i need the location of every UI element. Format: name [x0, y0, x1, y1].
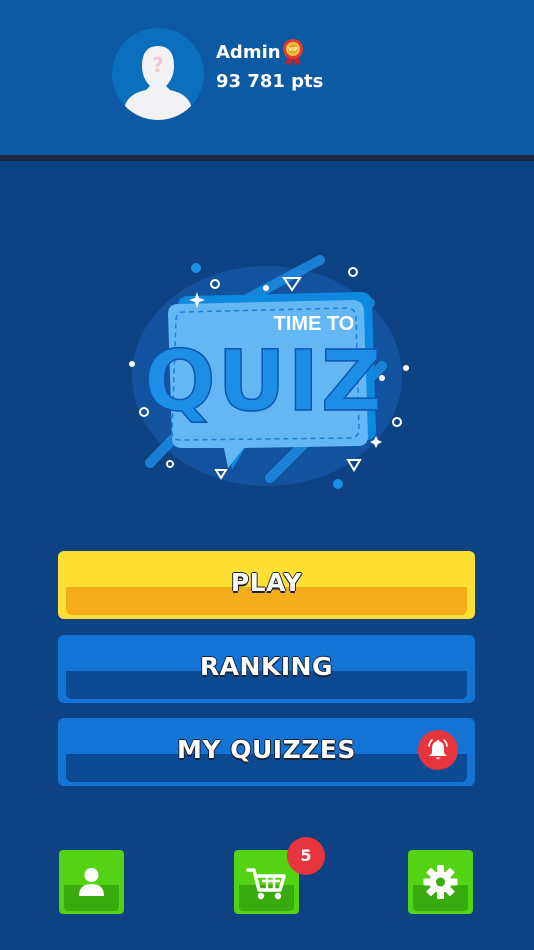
logo-line2: QUIZ — [144, 332, 384, 430]
play-button-label: PLAY — [230, 568, 303, 597]
avatar-placeholder-icon: ? — [124, 46, 192, 120]
notification-badge[interactable] — [418, 730, 458, 770]
settings-button[interactable] — [408, 850, 473, 914]
header-divider — [0, 155, 534, 161]
quiz-logo: TIME TO QUIZ — [129, 255, 409, 489]
svg-text:?: ? — [152, 53, 164, 77]
user-name: Admin — [216, 42, 281, 63]
gear-icon — [423, 865, 458, 899]
bell-icon — [428, 739, 448, 760]
vip-medal-icon: VIP — [283, 39, 303, 66]
user-icon — [79, 868, 104, 896]
svg-text:VIP: VIP — [288, 47, 298, 53]
play-button[interactable]: PLAY — [58, 551, 475, 619]
cart-count-badge: 5 — [287, 837, 325, 875]
user-points: 93 781 pts — [216, 71, 324, 92]
profile-button[interactable] — [59, 850, 124, 914]
avatar[interactable]: ? — [112, 28, 204, 120]
ranking-button-label: RANKING — [199, 652, 334, 681]
ranking-button[interactable]: RANKING — [58, 635, 475, 703]
my-quizzes-button-label: MY QUIZZES — [177, 735, 356, 764]
my-quizzes-button[interactable]: MY QUIZZES — [58, 718, 475, 786]
